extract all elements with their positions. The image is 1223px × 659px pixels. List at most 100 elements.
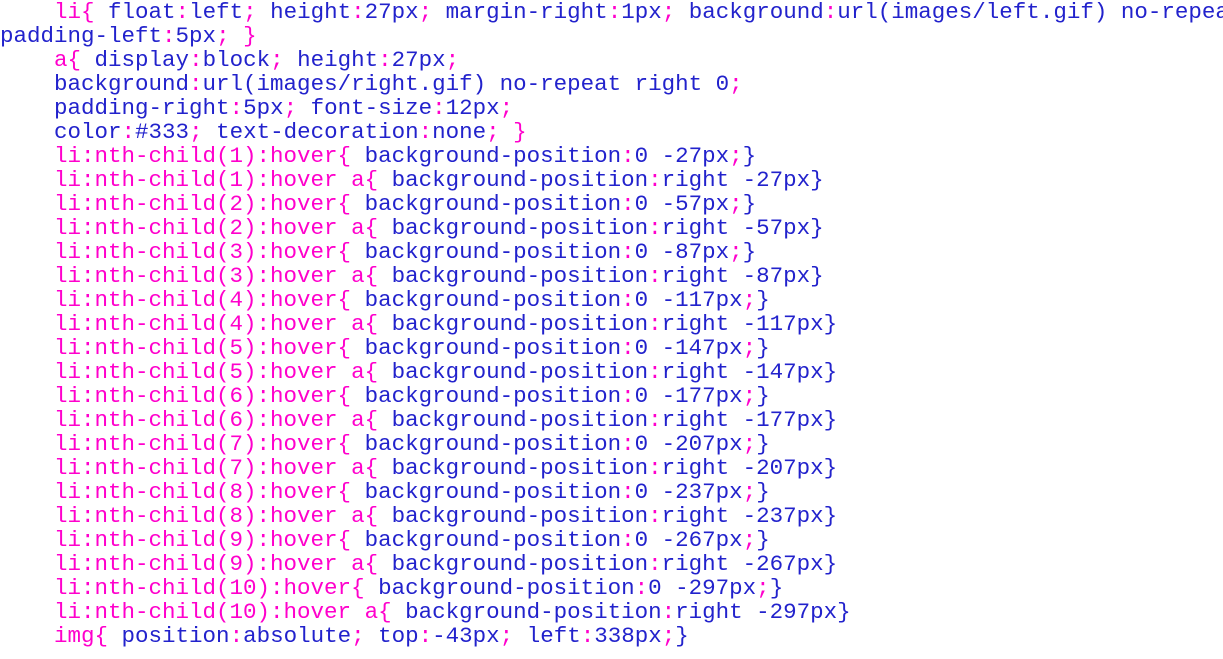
code-token-prop: top: [364, 623, 419, 649]
code-line: li:nth-child(7):hover a{ background-posi…: [0, 456, 1223, 480]
code-token-punct: :: [189, 47, 203, 73]
code-token-val: 0 -87px: [634, 239, 730, 265]
code-line: li:nth-child(2):hover{ background-positi…: [0, 192, 1223, 216]
code-line: li:nth-child(2):hover a{ background-posi…: [0, 216, 1223, 240]
code-token-prop: background-position: [351, 527, 622, 553]
code-line: a{ display:block; height:27px;: [0, 48, 1223, 72]
code-token-sel: li:nth-child(7):hover{: [54, 431, 352, 457]
code-line: li:nth-child(1):hover{ background-positi…: [0, 144, 1223, 168]
code-token-punct: :: [621, 479, 635, 505]
code-token-prop: background-position: [351, 431, 622, 457]
code-token-prop: background-position: [378, 167, 649, 193]
code-token-punct: :: [648, 407, 662, 433]
code-token-prop: background-position: [378, 359, 649, 385]
code-token-val: 5px: [175, 23, 217, 49]
code-token-val: 27px: [364, 0, 419, 25]
code-line: padding-left:5px; }: [0, 24, 1223, 48]
code-token-sel: li:nth-child(9):hover{: [54, 527, 352, 553]
code-token-val: 0 -177px: [634, 383, 743, 409]
code-token-punct: ;: [742, 479, 757, 505]
code-token-val: 0 -147px: [634, 335, 743, 361]
code-token-sel: }: [499, 119, 527, 145]
code-token-punct: :: [621, 191, 635, 217]
code-line: li:nth-child(10):hover{ background-posit…: [0, 576, 1223, 600]
code-token-prop: height: [283, 47, 379, 73]
code-token-val: url(images/left.gif) no-repeat: [837, 0, 1223, 25]
code-token-punct: :: [648, 503, 662, 529]
code-token-punct: ;: [499, 623, 514, 649]
code-token-prop: background-position: [378, 263, 649, 289]
code-token-val: right -237px}: [661, 503, 838, 529]
code-token-val: right -147px}: [661, 359, 838, 385]
code-line: li:nth-child(4):hover{ background-positi…: [0, 288, 1223, 312]
code-token-punct: ;: [270, 47, 284, 73]
code-token-prop: background-position: [378, 311, 649, 337]
code-token-punct: :: [661, 599, 676, 625]
code-token-val: absolute: [243, 623, 352, 649]
code-token-punct: ;: [499, 95, 514, 121]
code-token-punct: :: [378, 47, 392, 73]
code-token-prop: height: [256, 0, 352, 25]
code-line: color:#333; text-decoration:none; }: [0, 120, 1223, 144]
code-token-sel: li:nth-child(1):hover{: [54, 143, 352, 169]
code-token-sel: li:nth-child(1):hover a{: [54, 167, 379, 193]
code-token-val: block: [202, 47, 271, 73]
code-token-punct: :: [648, 311, 662, 337]
code-token-punct: :: [823, 0, 838, 25]
code-token-prop: padding-right: [0, 95, 230, 121]
code-token-punct: :: [621, 383, 635, 409]
code-token-prop: background-position: [351, 191, 622, 217]
code-line: li:nth-child(1):hover a{ background-posi…: [0, 168, 1223, 192]
code-token-punct: :: [580, 623, 595, 649]
code-token-punct: ;: [742, 527, 757, 553]
code-token-prop: background-position: [351, 239, 622, 265]
code-token-val: 0 -57px: [634, 191, 730, 217]
code-token-val: url(images/right.gif) no-repeat right 0: [202, 71, 730, 97]
code-line: li:nth-child(3):hover{ background-positi…: [0, 240, 1223, 264]
code-token-punct: :: [648, 455, 662, 481]
code-token-val: right -267px}: [661, 551, 838, 577]
css-source-code-listing[interactable]: li{ float:left; height:27px; margin-righ…: [0, 0, 1223, 648]
code-token-val: right -177px}: [661, 407, 838, 433]
code-token-sel: li:nth-child(2):hover{: [54, 191, 352, 217]
code-token-punct: ;: [729, 191, 743, 217]
code-line: li:nth-child(8):hover a{ background-posi…: [0, 504, 1223, 528]
code-token-punct: :: [432, 95, 446, 121]
code-token-prop: background-position: [351, 479, 622, 505]
code-token-prop: position: [108, 623, 230, 649]
code-token-punct: ;: [661, 0, 676, 25]
code-token-punct: ;: [742, 287, 757, 313]
code-token-punct: :: [351, 0, 365, 25]
code-token-punct: ;: [756, 575, 770, 601]
code-token-punct: :: [621, 527, 635, 553]
code-token-sel: li:nth-child(3):hover a{: [54, 263, 379, 289]
code-token-sel: li{: [54, 0, 95, 25]
code-token-punct: ;: [418, 0, 433, 25]
code-token-punct: :: [621, 335, 635, 361]
code-token-prop: background-position: [351, 383, 622, 409]
code-token-val: }: [742, 191, 757, 217]
code-token-val: }: [756, 287, 770, 313]
code-token-prop: text-decoration: [202, 119, 419, 145]
code-token-val: -43px: [432, 623, 500, 649]
code-token-punct: :: [621, 287, 635, 313]
code-token-prop: background-position: [351, 143, 622, 169]
code-token-sel: li:nth-child(5):hover a{: [54, 359, 379, 385]
code-token-prop: color: [0, 119, 122, 145]
code-token-prop: background-position: [378, 407, 649, 433]
code-token-val: right -297px}: [675, 599, 851, 625]
code-token-val: right -207px}: [661, 455, 838, 481]
code-token-prop: margin-right: [432, 0, 608, 25]
code-token-punct: ;: [486, 119, 500, 145]
code-token-val: 5px: [243, 95, 284, 121]
code-token-sel: li:nth-child(9):hover a{: [54, 551, 379, 577]
